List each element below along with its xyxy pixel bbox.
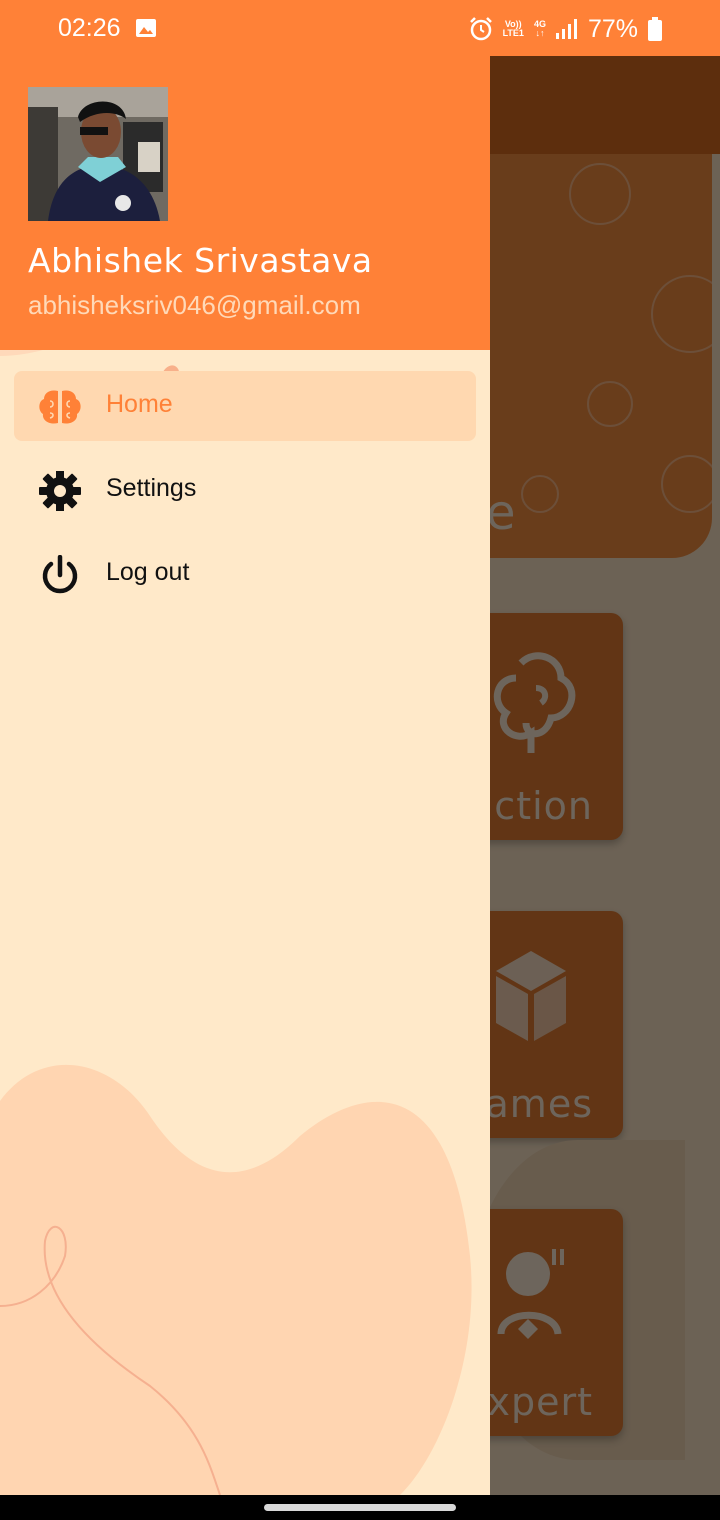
menu-item-label: Home (106, 390, 173, 418)
menu-item-home[interactable]: Home (14, 371, 476, 441)
avatar[interactable] (28, 87, 168, 221)
lte-label: LTE1 (502, 28, 524, 38)
gear-icon (39, 471, 81, 511)
signal-icon (555, 19, 577, 39)
battery-icon (648, 17, 662, 41)
menu-item-label: Log out (106, 558, 190, 586)
status-bar: 02:26 Vo)) LTE1 4G ↓↑ 77% (0, 0, 720, 56)
navigation-drawer: Abhishek Srivastava abhisheksriv046@gmai… (0, 56, 490, 1495)
user-name: Abhishek Srivastava (28, 241, 373, 280)
menu-item-settings[interactable]: Settings (14, 455, 476, 525)
brain-icon (39, 390, 81, 424)
drawer-header: Abhishek Srivastava abhisheksriv046@gmai… (0, 56, 490, 350)
status-time: 02:26 (58, 14, 121, 42)
data-arrows: ↓↑ (535, 28, 545, 38)
home-gesture-handle[interactable] (264, 1504, 456, 1511)
volte-icon: Vo)) LTE1 (503, 20, 524, 38)
4g-icon: 4G ↓↑ (534, 20, 546, 38)
alarm-icon (469, 17, 492, 41)
status-icons: Vo)) LTE1 4G ↓↑ 77% (469, 14, 662, 44)
system-navigation-bar (0, 1495, 720, 1520)
power-icon (42, 555, 78, 594)
user-email: abhisheksriv046@gmail.com (28, 290, 361, 320)
image-icon (136, 19, 156, 37)
menu-item-logout[interactable]: Log out (14, 539, 476, 609)
battery-percent: 77% (587, 14, 638, 43)
menu-item-label: Settings (106, 474, 197, 502)
